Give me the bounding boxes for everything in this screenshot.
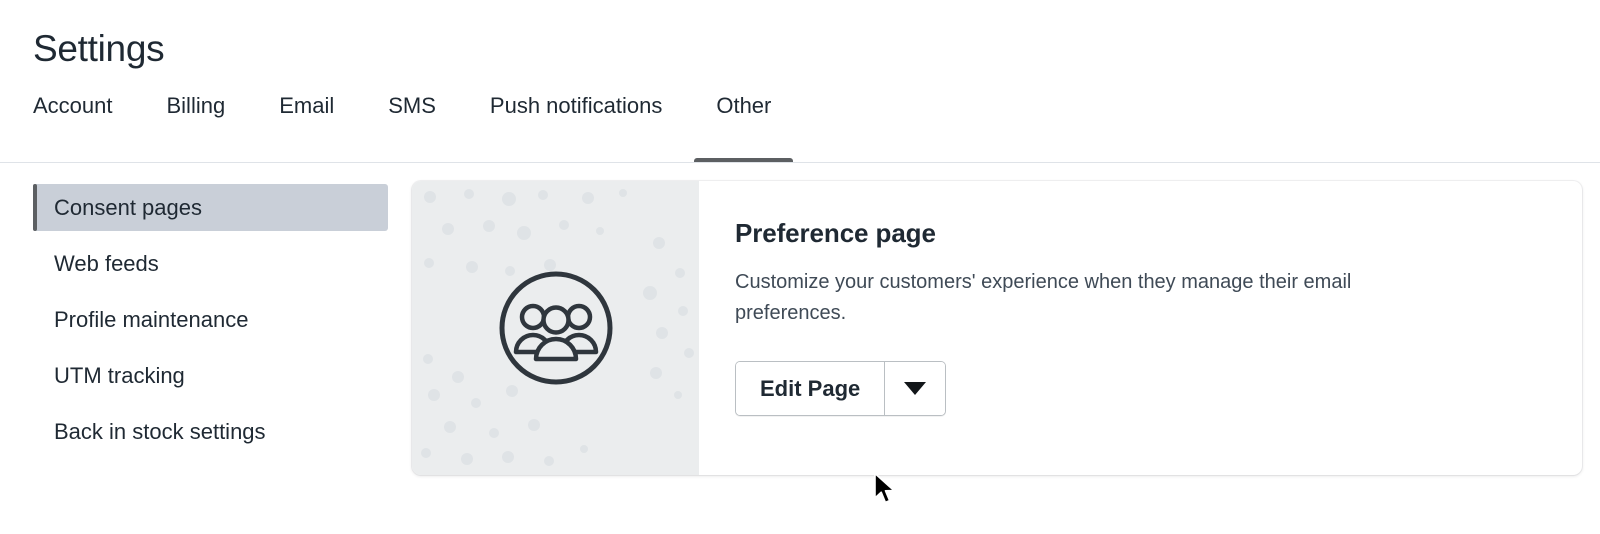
sidebar-item-label: Consent pages <box>54 194 202 220</box>
tab-label: Billing <box>166 93 226 118</box>
sidebar-item-back-in-stock-settings[interactable]: Back in stock settings <box>33 408 388 455</box>
page-title: Settings <box>33 28 165 69</box>
sidebar-item-consent-pages[interactable]: Consent pages <box>33 184 388 231</box>
chevron-down-icon <box>904 382 927 395</box>
card-body: Preference page Customize your customers… <box>699 181 1582 475</box>
edit-page-button[interactable]: Edit Page <box>736 362 885 415</box>
preference-page-card: Preference page Customize your customers… <box>412 181 1582 475</box>
tab-sms[interactable]: SMS <box>366 93 458 163</box>
sidebar-item-label: Back in stock settings <box>54 418 266 444</box>
tab-email[interactable]: Email <box>257 93 356 163</box>
card-description: Customize your customers' experience whe… <box>735 271 1352 324</box>
tab-label: SMS <box>388 93 436 118</box>
sidebar-item-web-feeds[interactable]: Web feeds <box>33 240 388 287</box>
sidebar-item-utm-tracking[interactable]: UTM tracking <box>33 352 388 399</box>
tab-push-notifications[interactable]: Push notifications <box>468 93 684 163</box>
settings-content: Consent pages Web feeds Profile maintena… <box>0 163 1600 475</box>
tab-label: Other <box>716 93 772 118</box>
tab-account[interactable]: Account <box>11 93 135 163</box>
tab-billing[interactable]: Billing <box>145 93 248 163</box>
card-illustration <box>412 181 699 475</box>
sidebar-item-label: UTM tracking <box>54 362 185 388</box>
tab-label: Email <box>279 93 335 118</box>
edit-page-dropdown-toggle[interactable] <box>885 362 946 415</box>
tab-label: Push notifications <box>489 93 663 118</box>
settings-sidebar: Consent pages Web feeds Profile maintena… <box>33 181 388 464</box>
tab-label: Account <box>33 93 113 118</box>
mouse-pointer-icon <box>874 472 895 504</box>
tab-list: Account Billing Email SMS Push notificat… <box>33 93 1600 163</box>
sidebar-item-profile-maintenance[interactable]: Profile maintenance <box>33 296 388 343</box>
settings-tabbar: Account Billing Email SMS Push notificat… <box>0 93 1600 163</box>
active-tab-indicator <box>694 158 794 163</box>
edit-page-split-button: Edit Page <box>735 361 947 416</box>
sidebar-item-label: Web feeds <box>54 250 159 276</box>
card-title: Preference page <box>735 218 936 248</box>
group-of-people-icon <box>499 271 612 385</box>
page-header: Settings <box>0 0 1600 71</box>
active-item-marker <box>33 184 37 231</box>
sidebar-item-label: Profile maintenance <box>54 306 249 332</box>
tab-other[interactable]: Other <box>694 93 794 163</box>
